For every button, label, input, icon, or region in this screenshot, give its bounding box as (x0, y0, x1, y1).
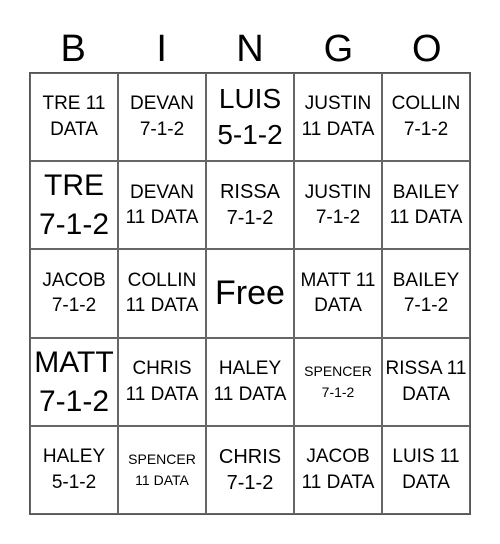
bingo-grid: TRE 11 DATA DEVAN 7-1-2 LUIS 5-1-2 JUSTIN 1… (29, 72, 471, 515)
free-space-cell[interactable]: Free (206, 249, 294, 338)
bingo-cell-label: Free (215, 274, 285, 313)
header-letter-i: I (156, 28, 167, 70)
bingo-cell-label: LUIS 11 DATA (392, 446, 460, 493)
bingo-cell-label: MATT 11 DATA (300, 269, 376, 317)
bingo-cell[interactable]: SPENCER 11 DATA (118, 425, 206, 514)
bingo-cell[interactable]: TRE 7-1-2 (30, 161, 118, 250)
bingo-cell[interactable]: SPENCER 7-1-2 (294, 337, 382, 426)
bingo-cell[interactable]: RISSA 11 DATA (382, 337, 470, 426)
bingo-cell-label: SPENCER 11 DATA (128, 450, 196, 488)
bingo-cell-label: TRE 7-1-2 (38, 169, 110, 242)
bingo-cell[interactable]: DEVAN 11 DATA (118, 161, 206, 250)
bingo-cell[interactable]: LUIS 5-1-2 (206, 73, 294, 162)
bingo-cell-label: JACOB 7-1-2 (42, 269, 106, 317)
bingo-cell[interactable]: DEVAN 7-1-2 (118, 73, 206, 162)
bingo-cell[interactable]: HALEY 5-1-2 (30, 425, 118, 514)
bingo-cell[interactable]: LUIS 11 DATA (382, 425, 470, 514)
bingo-cell-label: JUSTIN 11 DATA (301, 93, 375, 141)
bingo-cell-label: DEVAN 7-1-2 (129, 93, 195, 141)
bingo-cell[interactable]: MATT 11 DATA (294, 249, 382, 338)
header-letter-o: O (412, 28, 442, 70)
bingo-cell-label: HALEY 11 DATA (213, 358, 287, 405)
bingo-cell-label: RISSA 11 DATA (385, 358, 467, 405)
bingo-cell[interactable]: COLLIN 7-1-2 (382, 73, 470, 162)
bingo-cell-label: CHRIS 7-1-2 (218, 445, 282, 494)
bingo-cell-label: COLLIN 11 DATA (125, 269, 199, 317)
bingo-cell[interactable]: MATT 7-1-2 (30, 337, 118, 426)
bingo-cell-label: CHRIS 11 DATA (125, 358, 199, 405)
bingo-cell-label: JUSTIN 7-1-2 (304, 181, 372, 229)
bingo-cell[interactable]: JACOB 11 DATA (294, 425, 382, 514)
bingo-cell-label: LUIS 5-1-2 (217, 82, 283, 151)
bingo-cell[interactable]: BAILEY 7-1-2 (382, 249, 470, 338)
header-letter-b: B (60, 28, 86, 70)
bingo-cell-label: MATT 7-1-2 (34, 345, 114, 418)
bingo-cell[interactable]: JUSTIN 7-1-2 (294, 161, 382, 250)
bingo-cell-label: TRE 11 DATA (42, 93, 106, 141)
header-letter-g: G (323, 28, 354, 70)
header-letter-n: N (236, 28, 264, 70)
bingo-cell[interactable]: TRE 11 DATA (30, 73, 118, 162)
bingo-cell-label: BAILEY 7-1-2 (392, 269, 460, 317)
bingo-cell[interactable]: CHRIS 11 DATA (118, 337, 206, 426)
bingo-cell[interactable]: BAILEY 11 DATA (382, 161, 470, 250)
bingo-cell-label: HALEY 5-1-2 (42, 446, 106, 493)
bingo-cell-label: SPENCER 7-1-2 (304, 362, 372, 400)
bingo-cell-label: DEVAN 11 DATA (125, 181, 199, 229)
bingo-cell[interactable]: RISSA 7-1-2 (206, 161, 294, 250)
bingo-cell[interactable]: COLLIN 11 DATA (118, 249, 206, 338)
bingo-cell[interactable]: JUSTIN 11 DATA (294, 73, 382, 162)
bingo-cell[interactable]: JACOB 7-1-2 (30, 249, 118, 338)
bingo-cell-label: BAILEY 11 DATA (389, 181, 463, 229)
bingo-header: B I N G O (29, 26, 471, 72)
bingo-cell-label: COLLIN 7-1-2 (391, 93, 461, 141)
bingo-cell-label: RISSA 7-1-2 (219, 181, 281, 230)
bingo-cell[interactable]: HALEY 11 DATA (206, 337, 294, 426)
bingo-cell[interactable]: CHRIS 7-1-2 (206, 425, 294, 514)
bingo-cell-label: JACOB 11 DATA (301, 446, 375, 493)
